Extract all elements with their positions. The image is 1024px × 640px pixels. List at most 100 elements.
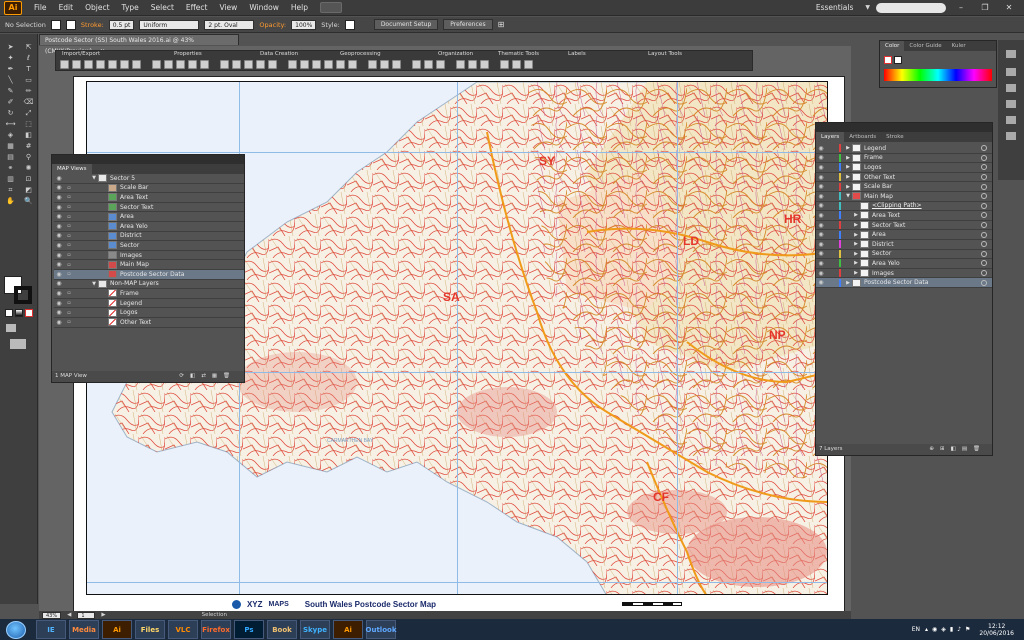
layer-row[interactable]: ◉ ▶ Sector Text (816, 221, 992, 231)
visibility-eye-icon[interactable]: ◉ (816, 164, 826, 171)
import-icon[interactable] (60, 60, 69, 69)
rotate-tool-icon[interactable]: ↻ (3, 108, 18, 118)
zoom-field[interactable]: 43% (42, 611, 62, 619)
visibility-eye-icon[interactable]: ◉ (816, 222, 826, 229)
layer-row[interactable]: ◉ ▶ Postcode Sector Data (816, 278, 992, 288)
close-icon[interactable]: ✕ (1000, 2, 1018, 14)
lock-icon[interactable]: ▫ (64, 300, 74, 306)
layer-row[interactable]: ◉ ▶ Area Yelo (816, 259, 992, 269)
mesh-tool-icon[interactable]: # (21, 141, 36, 151)
visibility-eye-icon[interactable]: ◉ (54, 232, 64, 239)
table-icon[interactable] (96, 60, 105, 69)
expand-triangle-icon[interactable]: ▶ (852, 260, 860, 266)
selection-tool-icon[interactable]: ➤ (3, 42, 18, 52)
opacity-field[interactable]: 100% (291, 19, 317, 30)
lock-icon[interactable]: ▫ (64, 319, 74, 325)
visibility-eye-icon[interactable]: ◉ (54, 300, 64, 307)
tab-color-guide[interactable]: Color Guide (904, 41, 946, 51)
taskbar-vlc[interactable]: VLC (168, 620, 198, 639)
thematic-icon[interactable] (412, 60, 421, 69)
pen-tool-icon[interactable]: ✒ (3, 64, 18, 74)
layers-icon[interactable] (132, 60, 141, 69)
map-view-row[interactable]: ◉ ▫ Other Text (54, 318, 244, 328)
blend-tool-icon[interactable]: ⚭ (3, 163, 18, 173)
map-views-actions-icon[interactable]: ⟳◧⇄▦🗑 (179, 371, 236, 382)
magic-wand-tool-icon[interactable]: ✦ (3, 53, 18, 63)
perspective-grid-tool-icon[interactable]: ▦ (3, 141, 18, 151)
map-view-row[interactable]: ◉ ▫ Legend (54, 299, 244, 309)
shape-builder-tool-icon[interactable]: ◈ (3, 130, 18, 140)
layer-row[interactable]: ◉ ▶ Scale Bar (816, 182, 992, 192)
visibility-eye-icon[interactable]: ◉ (54, 309, 64, 316)
visibility-eye-icon[interactable]: ◉ (816, 154, 826, 161)
expand-triangle-icon[interactable]: ▼ (90, 281, 98, 287)
target-circle-icon[interactable] (981, 193, 987, 200)
layer-row[interactable]: ◉ ▼ Main Map (816, 192, 992, 202)
database-icon[interactable] (84, 60, 93, 69)
expand-triangle-icon[interactable]: ▶ (852, 251, 860, 257)
organize-icon[interactable] (368, 60, 377, 69)
bookmark-icon[interactable] (268, 60, 277, 69)
scale-tool-icon[interactable]: ⤢ (21, 108, 36, 118)
type-tool-icon[interactable]: T (21, 64, 36, 74)
expand-triangle-icon[interactable]: ▶ (852, 270, 860, 276)
clip-icon[interactable] (300, 60, 309, 69)
layers-actions-icon[interactable]: ⊕⊞◧▤🗑 (929, 444, 986, 455)
tab-stroke[interactable]: Stroke (881, 132, 909, 142)
taskbar-files[interactable]: Files (135, 620, 165, 639)
map-view-row[interactable]: ◉ ▫ Frame (54, 289, 244, 299)
free-transform-tool-icon[interactable]: ⬚ (21, 119, 36, 129)
expand-triangle-icon[interactable]: ▶ (852, 222, 860, 228)
lock-icon[interactable]: ▫ (64, 214, 74, 220)
line-icon[interactable] (232, 60, 241, 69)
expand-triangle-icon[interactable]: ▼ (844, 193, 852, 199)
north-arrow-icon[interactable] (512, 60, 521, 69)
menu-help[interactable]: Help (285, 3, 314, 12)
line-tool-icon[interactable]: ╲ (3, 75, 18, 85)
target-circle-icon[interactable] (981, 164, 987, 171)
visibility-eye-icon[interactable]: ◉ (816, 145, 826, 152)
visibility-eye-icon[interactable]: ◉ (54, 223, 64, 230)
lock-icon[interactable]: ▫ (64, 194, 74, 200)
arrange-icon[interactable]: ⊞ (498, 20, 505, 29)
visibility-eye-icon[interactable]: ◉ (816, 183, 826, 190)
stroke-swatch[interactable] (65, 19, 76, 30)
start-button[interactable] (6, 620, 26, 639)
map-view-row[interactable]: ◉ ▫ Main Map (54, 260, 244, 270)
visibility-eye-icon[interactable]: ◉ (54, 194, 64, 201)
language-indicator[interactable]: EN (912, 626, 920, 633)
workspace-switcher[interactable]: Essentials (810, 3, 860, 12)
styles-icon[interactable] (176, 60, 185, 69)
lock-icon[interactable]: ▫ (64, 262, 74, 268)
expand-triangle-icon[interactable]: ▶ (852, 241, 860, 247)
visibility-eye-icon[interactable]: ◉ (54, 261, 64, 268)
menu-file[interactable]: File (28, 3, 53, 12)
image-icon[interactable] (120, 60, 129, 69)
label-curve-icon[interactable] (480, 60, 489, 69)
target-circle-icon[interactable] (981, 212, 987, 219)
layer-row[interactable]: ◉ ▶ Sector (816, 249, 992, 260)
expand-triangle-icon[interactable]: ▶ (844, 164, 852, 170)
layer-row[interactable]: ◉ ▶ District (816, 240, 992, 250)
brushes-dock-icon[interactable] (1006, 84, 1016, 92)
visibility-eye-icon[interactable]: ◉ (816, 193, 826, 200)
target-circle-icon[interactable] (981, 231, 987, 238)
taskbar-illustrator-2[interactable]: Ai (333, 620, 363, 639)
layer-row[interactable]: ◉ ▶ Area Text (816, 211, 992, 221)
brush-select[interactable]: 2 pt. Oval (204, 19, 255, 30)
taskbar-outlook[interactable]: Outlook (366, 620, 396, 639)
fill-swatch[interactable] (50, 19, 61, 30)
visibility-eye-icon[interactable]: ◉ (54, 319, 64, 326)
chevron-down-icon[interactable]: ▼ (865, 4, 870, 11)
menu-select[interactable]: Select (145, 3, 180, 12)
visibility-eye-icon[interactable]: ◉ (54, 280, 64, 287)
color-stroke-swatch[interactable] (894, 56, 902, 64)
target-circle-icon[interactable] (981, 202, 987, 209)
taskbar-skype[interactable]: Skype (300, 620, 330, 639)
visibility-eye-icon[interactable]: ◉ (816, 212, 826, 219)
preferences-button[interactable]: Preferences (443, 19, 493, 30)
visibility-eye-icon[interactable]: ◉ (816, 260, 826, 267)
map-view-row[interactable]: ◉ ▫ District (54, 231, 244, 242)
tab-layers[interactable]: Layers (816, 132, 845, 142)
lock-icon[interactable]: ▫ (64, 310, 74, 316)
